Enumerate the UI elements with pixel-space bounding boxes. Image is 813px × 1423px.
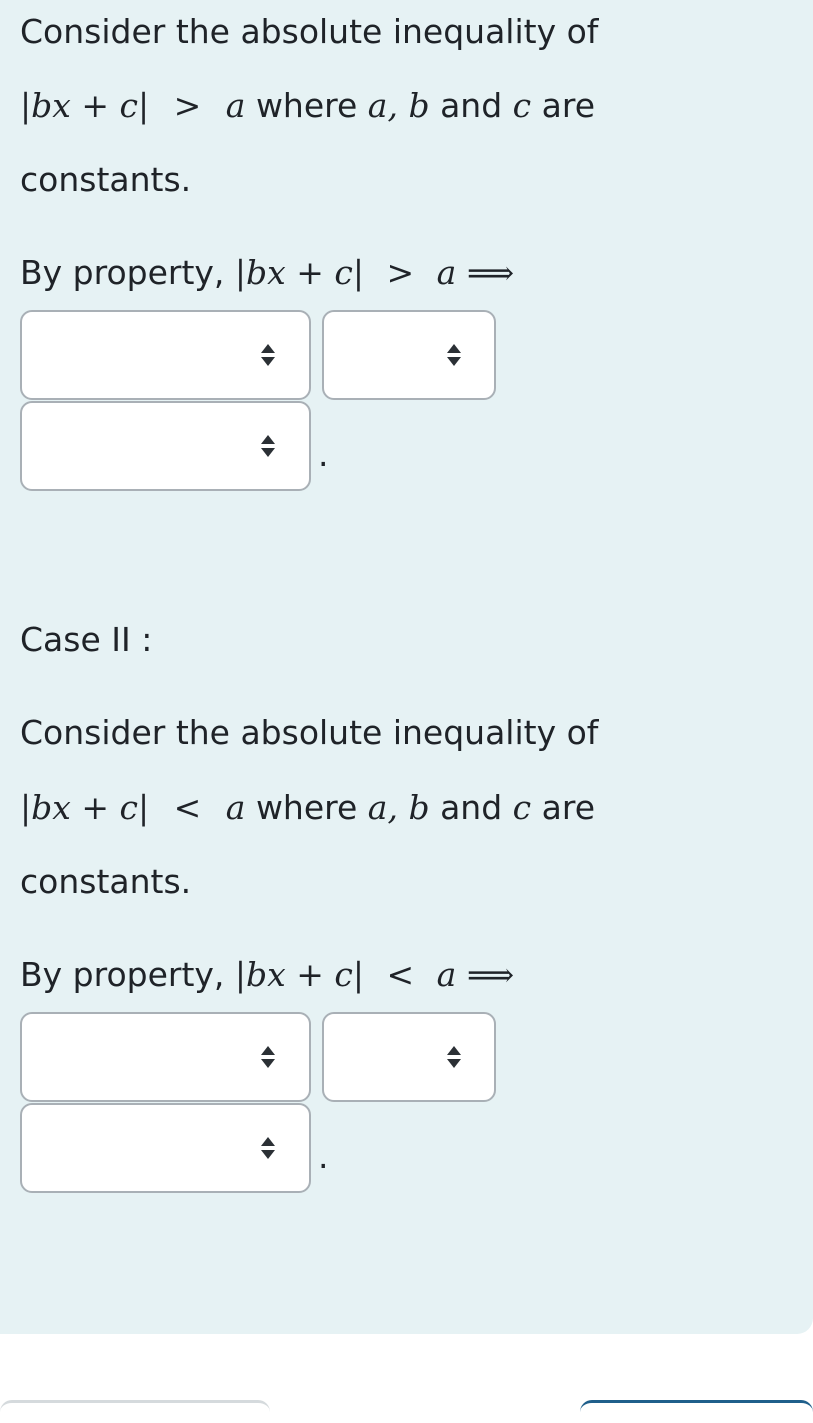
case2-select-3[interactable] [20,1103,311,1193]
case1-constants-text: constants. [20,160,192,199]
case1-where: where [255,86,358,125]
case1-var-c: c [512,86,532,125]
case2-constants-text: constants. [20,862,192,901]
case1-intro-text: Consider the absolute inequality of [20,12,599,51]
case1-rhs: a [225,86,246,125]
case1-inequality-line: |bx + c| > a where a, b and c are [20,86,595,126]
case2-heading-text: Case II : [20,620,153,659]
case1-property-rhs: a [436,253,457,292]
case2-rhs: a [225,788,246,827]
case2-where: where [255,788,358,827]
case2-vars: a, b [367,788,430,827]
case2-var-c: c [512,788,532,827]
question-panel: Consider the absolute inequality of |bx … [0,0,813,1334]
case2-heading: Case II : [20,620,152,660]
case2-property-line: By property, |bx + c| < a ⟹ [20,955,514,995]
up-down-caret-icon [261,435,275,457]
case1-property-line: By property, |bx + c| > a ⟹ [20,253,514,293]
case2-abs-expression: |bx + c| [20,788,150,827]
case2-intro-text: Consider the absolute inequality of [20,713,599,752]
up-down-caret-icon [261,1137,275,1159]
case2-property-relation: < [386,955,415,994]
implies-arrow-icon: ⟹ [466,955,515,994]
case2-select-1[interactable] [20,1012,311,1102]
case1-relation: > [173,86,202,125]
footer-left-button[interactable] [0,1400,270,1423]
case1-intro: Consider the absolute inequality of [20,12,598,52]
case2-property-rhs: a [436,955,457,994]
up-down-caret-icon [261,1046,275,1068]
case2-property-abs: |bx + c| [234,955,365,994]
case1-property-prefix: By property, [20,253,225,292]
case2-and: and [440,788,503,827]
case1-period: . [318,435,329,474]
case1-are: are [541,86,596,125]
case1-select-3[interactable] [20,401,311,491]
case1-property-abs: |bx + c| [234,253,365,292]
case1-select-1[interactable] [20,310,311,400]
case2-property-prefix: By property, [20,955,225,994]
case1-select-2[interactable] [322,310,496,400]
footer-right-button[interactable] [580,1400,813,1423]
up-down-caret-icon [261,344,275,366]
up-down-caret-icon [447,344,461,366]
case2-constants: constants. [20,862,191,902]
implies-arrow-icon: ⟹ [466,253,515,292]
case2-select-2[interactable] [322,1012,496,1102]
case2-intro: Consider the absolute inequality of [20,713,598,753]
case2-period: . [318,1137,329,1176]
case1-vars: a, b [367,86,430,125]
case1-and: and [440,86,503,125]
case1-constants: constants. [20,160,191,200]
case2-inequality-line: |bx + c| < a where a, b and c are [20,788,595,828]
case2-relation: < [173,788,202,827]
case1-property-relation: > [386,253,415,292]
case2-are: are [541,788,596,827]
up-down-caret-icon [447,1046,461,1068]
case1-abs-expression: |bx + c| [20,86,150,125]
